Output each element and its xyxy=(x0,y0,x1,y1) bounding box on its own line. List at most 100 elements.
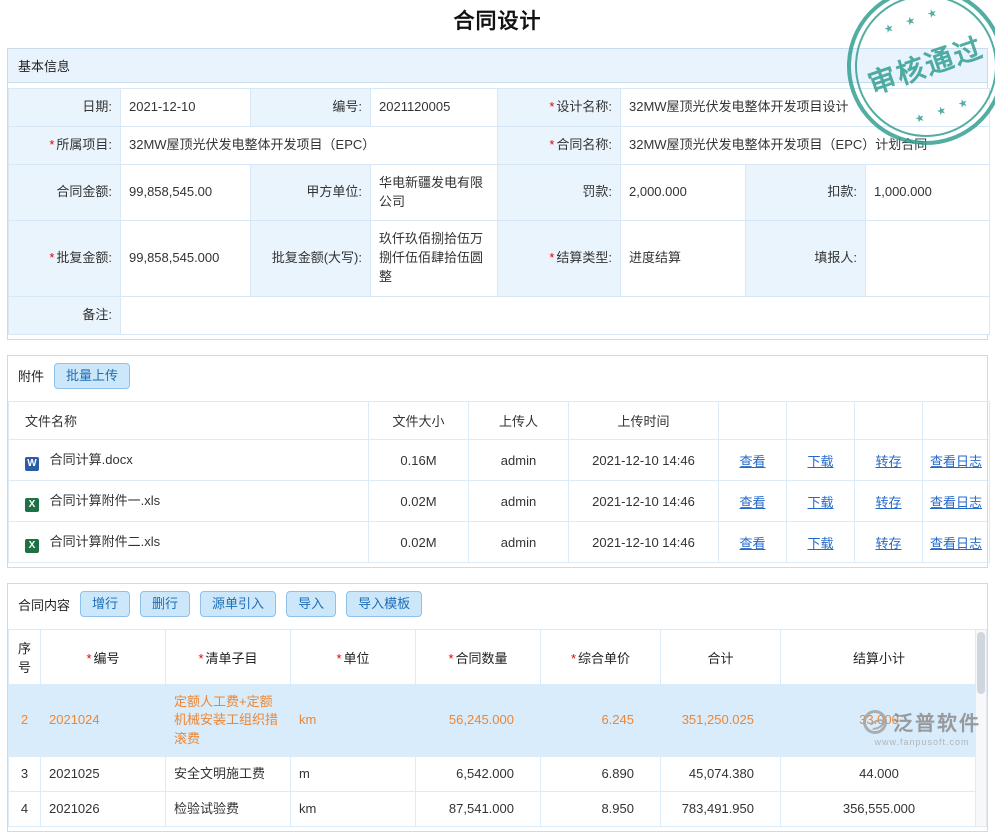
row-code: 2021024 xyxy=(41,685,166,757)
action-cell: 下载 xyxy=(787,440,855,481)
basic-info-row: *所属项目: 32MW屋顶光伏发电整体开发项目（EPC） *合同名称: 32MW… xyxy=(9,126,990,164)
view-log-link[interactable]: 查看日志 xyxy=(930,495,982,510)
party-a-label: 甲方单位: xyxy=(251,164,371,221)
required-mark: * xyxy=(198,651,203,666)
code-label: 编号: xyxy=(251,89,371,127)
settlement-type-value: 进度结算 xyxy=(621,221,746,297)
required-mark: * xyxy=(549,137,554,152)
file-upload-time: 2021-12-10 14:46 xyxy=(569,440,719,481)
view-log-link[interactable]: 查看日志 xyxy=(930,536,982,551)
transfer-link[interactable]: 转存 xyxy=(875,536,901,551)
download-link[interactable]: 下载 xyxy=(807,495,833,510)
basic-info-row: *批复金额: 99,858,545.000 批复金额(大写): 玖仟玖佰捌拾伍万… xyxy=(9,221,990,297)
settlement-type-label: *结算类型: xyxy=(498,221,621,297)
approved-amount-label-text: 批复金额: xyxy=(56,250,112,265)
design-name-label: *设计名称: xyxy=(498,89,621,127)
transfer-link[interactable]: 转存 xyxy=(875,454,901,469)
date-label: 日期: xyxy=(9,89,121,127)
view-link[interactable]: 查看 xyxy=(739,536,765,551)
source-import-button[interactable]: 源单引入 xyxy=(200,591,276,617)
scrollbar-thumb[interactable] xyxy=(977,632,985,694)
remark-value xyxy=(121,296,990,334)
action-cell: 查看 xyxy=(719,440,787,481)
page-title: 合同设计 xyxy=(0,5,995,35)
row-quantity: 87,541.000 xyxy=(416,792,541,827)
view-link[interactable]: 查看 xyxy=(739,454,765,469)
brand-url: www.fanpusoft.com xyxy=(863,737,981,747)
penalty-label: 罚款: xyxy=(498,164,621,221)
preparer-value xyxy=(866,221,990,297)
project-label-text: 所属项目: xyxy=(56,137,112,152)
contract-row[interactable]: 3 2021025 安全文明施工费 m 6,542.000 6.890 45,0… xyxy=(9,756,978,791)
col-seq: 序号 xyxy=(9,630,41,685)
contract-table: 序号 *编号 *清单子目 *单位 *合同数量 *综合单价 合计 结算小计 2 2… xyxy=(8,629,978,827)
contract-name-label-text: 合同名称: xyxy=(556,137,612,152)
transfer-link[interactable]: 转存 xyxy=(875,495,901,510)
download-link[interactable]: 下载 xyxy=(807,454,833,469)
action-cell: 下载 xyxy=(787,481,855,522)
file-uploader: admin xyxy=(469,522,569,563)
file-name-cell: 合同计算附件一.xls xyxy=(9,481,369,522)
col-action-view xyxy=(719,402,787,440)
col-code-label: 编号 xyxy=(94,651,120,666)
approved-amount-label: *批复金额: xyxy=(9,221,121,297)
date-value: 2021-12-10 xyxy=(121,89,251,127)
excel-file-icon xyxy=(25,539,39,553)
row-quantity: 56,245.000 xyxy=(416,685,541,757)
import-template-button[interactable]: 导入模板 xyxy=(346,591,422,617)
basic-info-title: 基本信息 xyxy=(18,56,70,75)
contract-content-title: 合同内容 xyxy=(18,595,70,614)
row-settlement-subtotal: 356,555.000 xyxy=(781,792,978,827)
col-unit-price: *综合单价 xyxy=(541,630,661,685)
row-total: 45,074.380 xyxy=(661,756,781,791)
action-cell: 转存 xyxy=(855,481,923,522)
file-name: 合同计算附件二.xls xyxy=(50,534,161,549)
col-code: *编号 xyxy=(41,630,166,685)
col-quantity: *合同数量 xyxy=(416,630,541,685)
row-seq: 2 xyxy=(9,685,41,757)
import-button[interactable]: 导入 xyxy=(286,591,336,617)
brand-watermark: 泛普软件 www.fanpusoft.com xyxy=(863,707,981,747)
contract-name-value: 32MW屋顶光伏发电整体开发项目（EPC）计划合同 xyxy=(621,126,990,164)
batch-upload-button[interactable]: 批量上传 xyxy=(54,363,130,389)
col-unit-label: 单位 xyxy=(344,651,370,666)
attachment-row: 合同计算附件二.xls 0.02M admin 2021-12-10 14:46… xyxy=(9,522,990,563)
contract-row-selected[interactable]: 2 2021024 定额人工费+定额机械安装工组织措滚费 km 56,245.0… xyxy=(9,685,978,757)
basic-info-row: 合同金额: 99,858,545.00 甲方单位: 华电新疆发电有限公司 罚款:… xyxy=(9,164,990,221)
action-cell: 查看日志 xyxy=(923,522,990,563)
word-file-icon xyxy=(25,457,39,471)
contract-row[interactable]: 4 2021026 检验试验费 km 87,541.000 8.950 783,… xyxy=(9,792,978,827)
file-upload-time: 2021-12-10 14:46 xyxy=(569,522,719,563)
attachments-header: 附件 批量上传 xyxy=(8,356,987,396)
row-total: 351,250.025 xyxy=(661,685,781,757)
download-link[interactable]: 下载 xyxy=(807,536,833,551)
row-item: 安全文明施工费 xyxy=(166,756,291,791)
view-log-link[interactable]: 查看日志 xyxy=(930,454,982,469)
col-upload-time: 上传时间 xyxy=(569,402,719,440)
delete-row-button[interactable]: 删行 xyxy=(140,591,190,617)
file-name: 合同计算.docx xyxy=(50,452,133,467)
col-action-log xyxy=(923,402,990,440)
row-quantity: 6,542.000 xyxy=(416,756,541,791)
deduction-value: 1,000.000 xyxy=(866,164,990,221)
row-code: 2021025 xyxy=(41,756,166,791)
action-cell: 下载 xyxy=(787,522,855,563)
action-cell: 查看 xyxy=(719,481,787,522)
required-mark: * xyxy=(86,651,91,666)
row-settlement-subtotal: 44.000 xyxy=(781,756,978,791)
file-name: 合同计算附件一.xls xyxy=(50,493,161,508)
col-settlement-subtotal-label: 结算小计 xyxy=(853,651,905,666)
row-item: 检验试验费 xyxy=(166,792,291,827)
contract-header-row: 序号 *编号 *清单子目 *单位 *合同数量 *综合单价 合计 结算小计 xyxy=(9,630,978,685)
fanpu-logo-icon xyxy=(863,710,887,734)
file-name-cell: 合同计算附件二.xls xyxy=(9,522,369,563)
row-code: 2021026 xyxy=(41,792,166,827)
basic-info-header: 基本信息 xyxy=(8,49,987,83)
file-upload-time: 2021-12-10 14:46 xyxy=(569,481,719,522)
view-link[interactable]: 查看 xyxy=(739,495,765,510)
required-mark: * xyxy=(549,99,554,114)
action-cell: 转存 xyxy=(855,522,923,563)
col-file-size: 文件大小 xyxy=(369,402,469,440)
add-row-button[interactable]: 增行 xyxy=(80,591,130,617)
col-seq-label: 序号 xyxy=(18,641,31,675)
